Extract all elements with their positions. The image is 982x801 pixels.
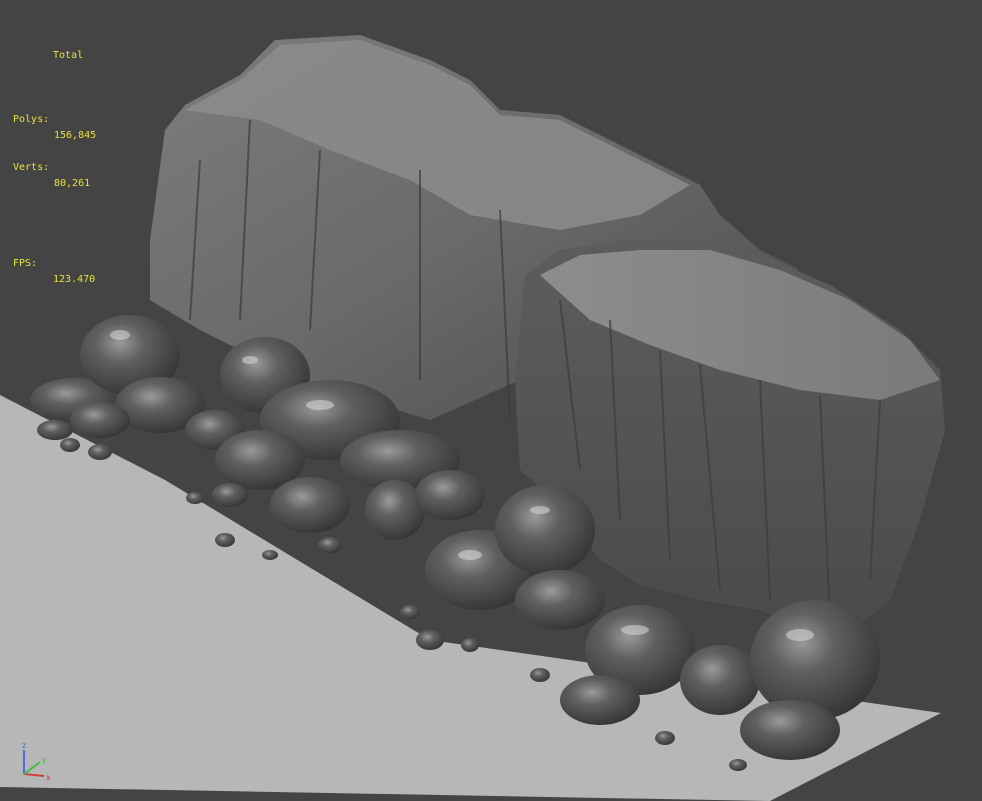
- polys-label: Polys:: [13, 114, 50, 125]
- axis-x-line: [23, 773, 45, 777]
- viewport-statistics: Total Polys: 156,845 Verts: 80,261 FPS: …: [13, 16, 96, 288]
- boulder-pile-left: [30, 315, 245, 460]
- viewport[interactable]: Total Polys: 156,845 Verts: 80,261 FPS: …: [0, 0, 982, 801]
- axis-y-line: [23, 761, 41, 775]
- scene-view[interactable]: [0, 0, 982, 801]
- polys-value: 156,845: [54, 130, 97, 141]
- fps-value: 123.470: [53, 274, 96, 285]
- verts-value: 80,261: [54, 178, 91, 189]
- fps-label: FPS:: [13, 258, 38, 269]
- axis-tripod-icon: z y x: [22, 741, 51, 782]
- axis-x-label: x: [46, 773, 51, 782]
- stats-total-label: Total: [53, 50, 84, 61]
- axis-z-label: z: [22, 741, 26, 750]
- verts-label: Verts:: [13, 162, 50, 173]
- axis-y-label: y: [42, 755, 47, 764]
